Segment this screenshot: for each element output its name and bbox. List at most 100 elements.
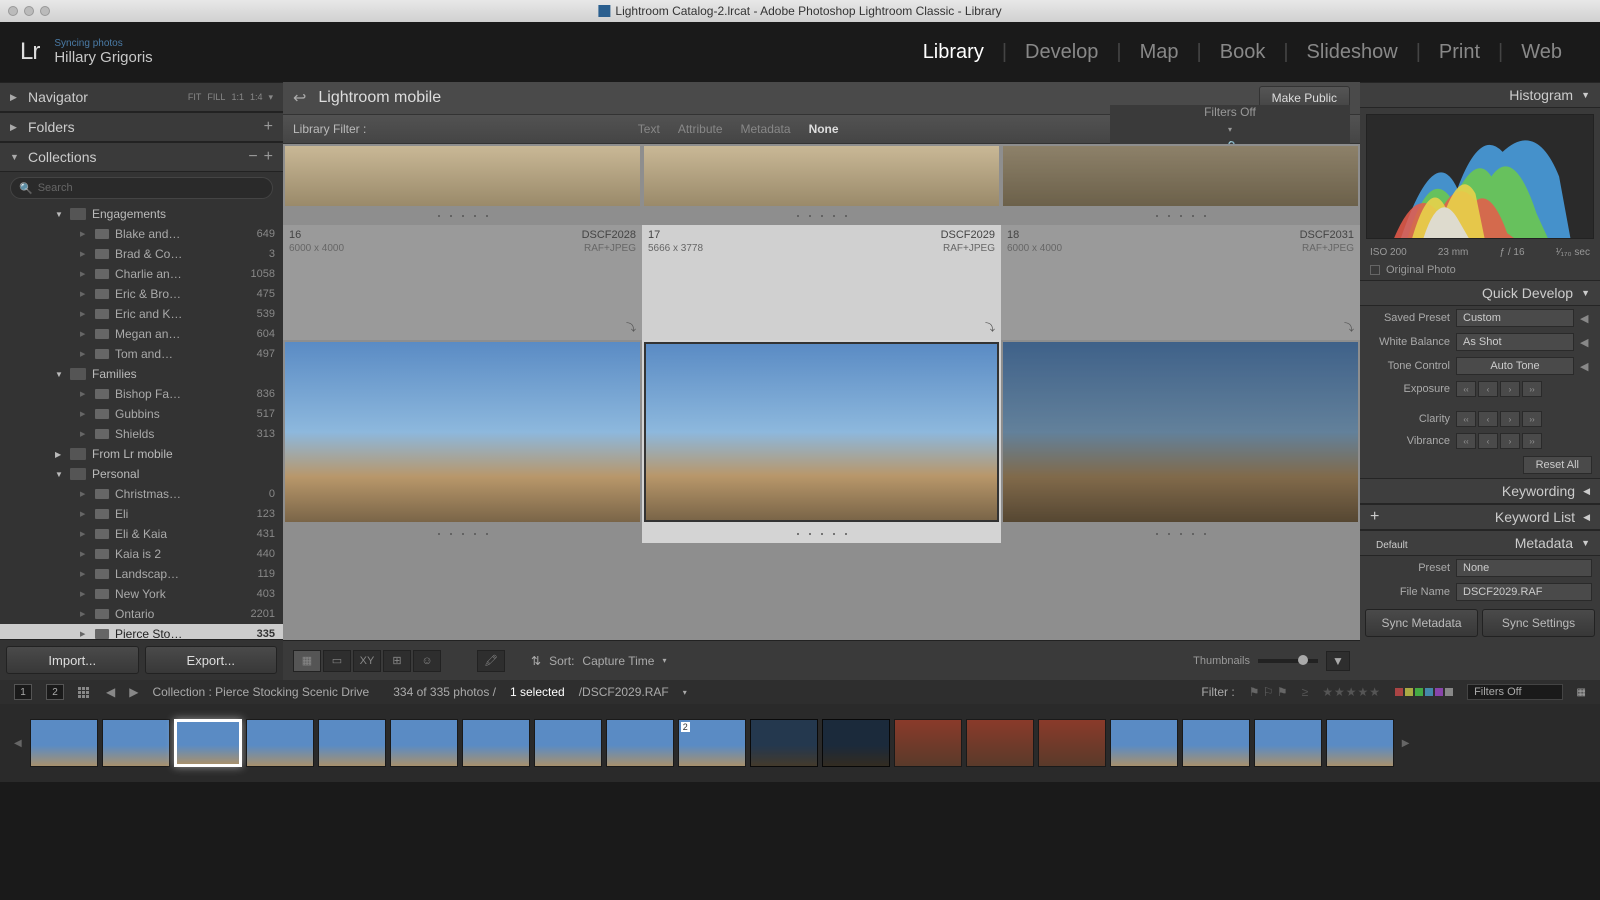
- module-map[interactable]: Map: [1122, 41, 1197, 64]
- add-folder-button[interactable]: +: [264, 118, 273, 136]
- grid-cell-info-selected[interactable]: 17DSCF2029 5666 x 3778RAF+JPEG ⤵: [642, 225, 1001, 340]
- metadata-set-dropdown[interactable]: Default: [1370, 539, 1438, 552]
- exposure-stepper[interactable]: ‹‹‹›››: [1456, 381, 1542, 397]
- nav-fill[interactable]: FILL: [207, 92, 225, 102]
- filmstrip-thumb[interactable]: 2: [678, 719, 746, 767]
- filename-field[interactable]: DSCF2029.RAF: [1456, 583, 1592, 601]
- filter-text[interactable]: Text: [638, 122, 660, 136]
- filmstrip-thumb[interactable]: [462, 719, 530, 767]
- nav-fit[interactable]: FIT: [188, 92, 202, 102]
- color-filter[interactable]: [1395, 688, 1453, 696]
- filmstrip-thumb[interactable]: [1254, 719, 1322, 767]
- survey-view-button[interactable]: ⊞: [383, 650, 411, 672]
- star-filter[interactable]: ★★★★★: [1322, 685, 1381, 699]
- filters-off-dropdown[interactable]: Filters Off: [1467, 684, 1562, 700]
- filmstrip-thumb[interactable]: [246, 719, 314, 767]
- sort-dropdown[interactable]: Capture Time: [582, 654, 654, 668]
- grid-cell-partial[interactable]: [1001, 144, 1360, 206]
- grid-view-button[interactable]: ▦: [293, 650, 321, 672]
- vibrance-stepper[interactable]: ‹‹‹›››: [1456, 433, 1542, 449]
- collection-set[interactable]: ▼Families: [0, 364, 283, 384]
- collection-item[interactable]: ▶Bishop Fa…836: [0, 384, 283, 404]
- grid-cell-partial[interactable]: [642, 144, 1001, 206]
- filter-metadata[interactable]: Metadata: [741, 122, 791, 136]
- filter-none[interactable]: None: [809, 122, 839, 136]
- grid-cell[interactable]: [1001, 340, 1360, 524]
- collection-item[interactable]: ▶Christmas…0: [0, 484, 283, 504]
- collection-item[interactable]: ▶Gubbins517: [0, 404, 283, 424]
- filmstrip-thumb[interactable]: [606, 719, 674, 767]
- filmstrip[interactable]: ◀ 2 ▶: [0, 704, 1600, 782]
- grid-cell-info[interactable]: 18DSCF2031 6000 x 4000RAF+JPEG ⤵: [1001, 225, 1360, 340]
- collection-set[interactable]: ▼Engagements: [0, 204, 283, 224]
- grid-cell-selected[interactable]: [642, 340, 1001, 524]
- grid-icon[interactable]: [78, 687, 92, 698]
- chevron-down-icon[interactable]: ▾: [683, 688, 687, 697]
- compare-view-button[interactable]: XY: [353, 650, 381, 672]
- filmstrip-thumb[interactable]: [822, 719, 890, 767]
- screen-1-button[interactable]: 1: [14, 684, 32, 700]
- nav-1-1[interactable]: 1:1: [231, 92, 244, 102]
- chevron-left-icon[interactable]: ◀: [1580, 360, 1592, 373]
- collection-item[interactable]: ▶Eric and K…539: [0, 304, 283, 324]
- chevron-updown-icon[interactable]: ▾: [268, 92, 273, 103]
- breadcrumb-path[interactable]: Lightroom mobile: [318, 89, 441, 107]
- filters-off-dropdown[interactable]: Filters Off: [1204, 105, 1256, 119]
- add-keyword-button[interactable]: +: [1370, 508, 1379, 526]
- thumbnail-grid[interactable]: 16DSCF2028 6000 x 4000RAF+JPEG ⤵ 17DSCF2…: [283, 144, 1360, 640]
- clarity-stepper[interactable]: ‹‹‹›››: [1456, 411, 1542, 427]
- grid-cell[interactable]: [283, 340, 642, 524]
- screen-2-button[interactable]: 2: [46, 684, 64, 700]
- nav-back-icon[interactable]: ◀: [106, 685, 115, 699]
- collection-set[interactable]: ▼Personal: [0, 464, 283, 484]
- keyword-list-header[interactable]: +Keyword List◀: [1360, 504, 1600, 530]
- filmstrip-thumb[interactable]: [1182, 719, 1250, 767]
- thumbnail-size-slider[interactable]: [1258, 659, 1318, 663]
- keywording-header[interactable]: Keywording◀: [1360, 478, 1600, 504]
- loupe-view-button[interactable]: ▭: [323, 650, 351, 672]
- filter-attribute[interactable]: Attribute: [678, 122, 723, 136]
- filmstrip-thumb[interactable]: [102, 719, 170, 767]
- module-book[interactable]: Book: [1202, 41, 1284, 64]
- export-button[interactable]: Export...: [145, 646, 278, 674]
- saved-preset-dropdown[interactable]: Custom: [1456, 309, 1574, 327]
- collection-item[interactable]: ▶Brad & Co…3: [0, 244, 283, 264]
- collection-item[interactable]: ▶Megan an…604: [0, 324, 283, 344]
- grid-cell-info[interactable]: 16DSCF2028 6000 x 4000RAF+JPEG ⤵: [283, 225, 642, 340]
- collection-item[interactable]: ▶New York403: [0, 584, 283, 604]
- module-web[interactable]: Web: [1503, 41, 1580, 64]
- filmstrip-thumb[interactable]: [534, 719, 602, 767]
- user-name[interactable]: Hillary Grigoris: [54, 49, 152, 66]
- histogram-display[interactable]: [1366, 114, 1594, 239]
- chevron-left-icon[interactable]: ◀: [1580, 336, 1592, 349]
- collection-item[interactable]: ▶Tom and…497: [0, 344, 283, 364]
- remove-collection-button[interactable]: −: [248, 148, 257, 166]
- sync-metadata-button[interactable]: Sync Metadata: [1365, 609, 1478, 637]
- chevron-left-icon[interactable]: ◀: [1580, 312, 1592, 325]
- filmstrip-right-button[interactable]: ▶: [1398, 738, 1414, 749]
- collections-header[interactable]: ▼ Collections − +: [0, 142, 283, 172]
- sort-direction-icon[interactable]: ⇅: [531, 654, 541, 668]
- grid-cell-partial[interactable]: [283, 144, 642, 206]
- collection-item[interactable]: ▶Blake and…649: [0, 224, 283, 244]
- collection-path[interactable]: Collection : Pierce Stocking Scenic Driv…: [152, 685, 369, 699]
- collection-item[interactable]: ▶Kaia is 2440: [0, 544, 283, 564]
- sync-settings-button[interactable]: Sync Settings: [1482, 609, 1595, 637]
- collection-item[interactable]: ▶Eric & Bro…475: [0, 284, 283, 304]
- filmstrip-thumb[interactable]: [750, 719, 818, 767]
- lock-icon[interactable]: ▦: [1577, 687, 1586, 698]
- painter-tool-button[interactable]: 🖍: [477, 650, 505, 672]
- collection-item[interactable]: ▶Ontario2201: [0, 604, 283, 624]
- add-collection-button[interactable]: +: [264, 148, 273, 166]
- histogram-header[interactable]: Histogram▼: [1360, 82, 1600, 108]
- people-view-button[interactable]: ☺: [413, 650, 441, 672]
- filmstrip-thumb[interactable]: [390, 719, 458, 767]
- filmstrip-thumb[interactable]: [30, 719, 98, 767]
- collection-set[interactable]: ▶From Lr mobile: [0, 444, 283, 464]
- filmstrip-thumb[interactable]: [1110, 719, 1178, 767]
- reset-all-button[interactable]: Reset All: [1523, 456, 1592, 474]
- auto-tone-button[interactable]: Auto Tone: [1456, 357, 1574, 375]
- flag-filter-icon[interactable]: ⚑ ⚐ ⚑: [1249, 685, 1288, 699]
- import-button[interactable]: Import...: [6, 646, 139, 674]
- module-slideshow[interactable]: Slideshow: [1289, 41, 1416, 64]
